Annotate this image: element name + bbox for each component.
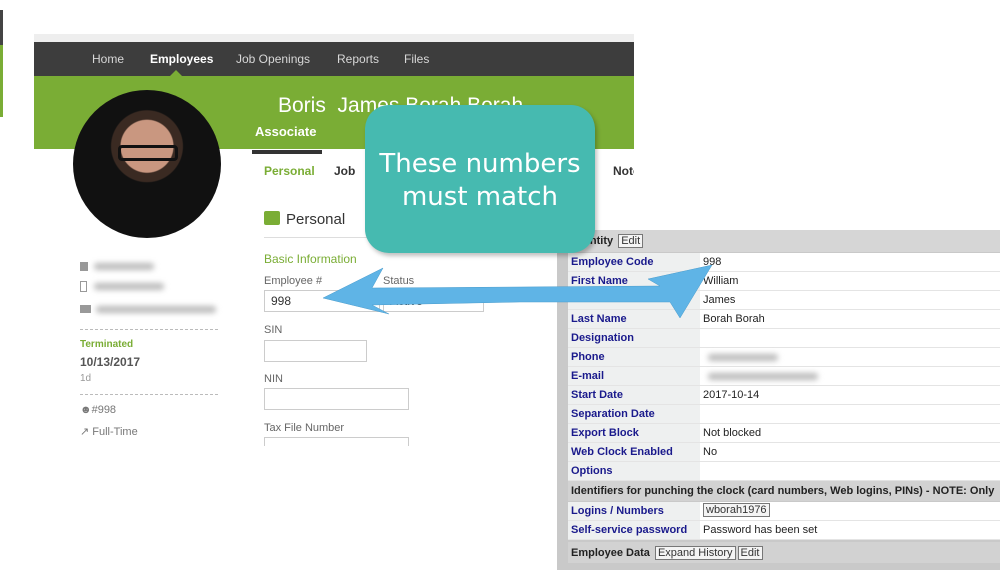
double-arrow	[322, 264, 713, 319]
double-arrow-shape	[322, 264, 713, 319]
callout-line-2: must match	[401, 182, 559, 212]
callout-line-1: These numbers	[379, 149, 581, 179]
callout-box: These numbers must match	[365, 105, 595, 253]
